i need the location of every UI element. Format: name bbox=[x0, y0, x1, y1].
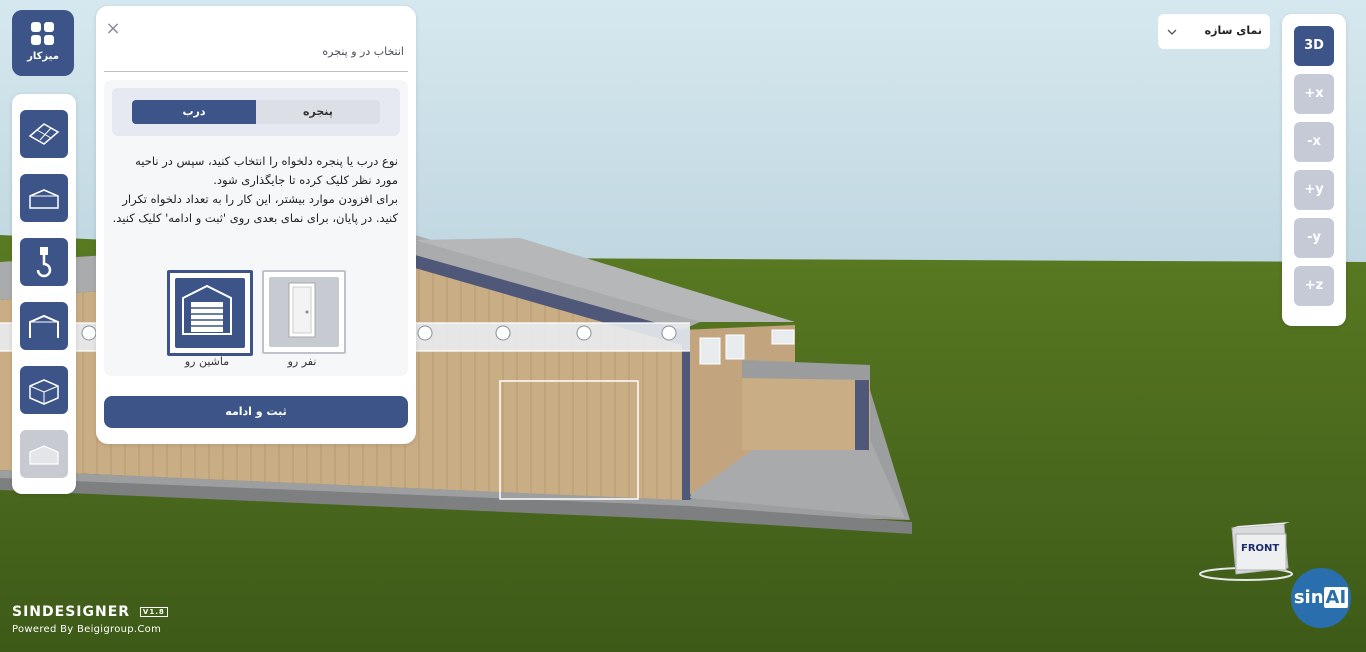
roof-panels-icon bbox=[28, 123, 60, 145]
frame-icon bbox=[29, 314, 59, 338]
annex-tool bbox=[20, 430, 68, 478]
brand: SINDESIGNER V1.8 Powered By Beigigroup.C… bbox=[12, 604, 168, 635]
submit-continue-button[interactable]: ثبت و ادامه bbox=[104, 396, 408, 428]
sinai-assistant-button[interactable]: sin AI bbox=[1291, 568, 1351, 628]
frame-tool[interactable] bbox=[20, 302, 68, 350]
dialog-title: انتخاب در و پنجره bbox=[322, 45, 404, 58]
pedestrian-door-label: نفر رو bbox=[287, 355, 317, 368]
view-select[interactable]: نمای سازه bbox=[1158, 14, 1270, 49]
brand-powered-by: Powered By Beigigroup.Com bbox=[12, 624, 162, 635]
axis-3d-button[interactable]: 3D bbox=[1294, 26, 1334, 66]
door-window-dialog: × انتخاب در و پنجره درب پنجره نوع درب یا… bbox=[96, 6, 416, 444]
shed-icon bbox=[29, 189, 59, 209]
tools-sidebar bbox=[12, 94, 76, 494]
building-tool[interactable] bbox=[20, 366, 68, 414]
workspace-label: میزکار bbox=[27, 51, 59, 62]
annex-icon bbox=[29, 445, 59, 465]
tab-door[interactable]: درب bbox=[132, 100, 256, 124]
axis-minus-x-button[interactable]: -x bbox=[1294, 122, 1334, 162]
axis-plus-z-button[interactable]: +z bbox=[1294, 266, 1334, 306]
tabs-container: درب پنجره bbox=[112, 88, 400, 136]
tab-window[interactable]: پنجره bbox=[256, 100, 380, 124]
crane-hook-icon bbox=[36, 247, 52, 278]
view-select-value: نمای سازه bbox=[1204, 24, 1262, 37]
instructions-text: نوع درب یا پنجره دلخواه را انتخاب کنید، … bbox=[112, 152, 398, 228]
workspace-button[interactable]: میزکار bbox=[12, 10, 74, 76]
brand-logo: SINDESIGNER V1.8 bbox=[12, 604, 168, 620]
brand-version: V1.8 bbox=[139, 607, 168, 617]
shed-tool[interactable] bbox=[20, 174, 68, 222]
sinai-suffix: AI bbox=[1323, 587, 1349, 608]
close-icon[interactable]: × bbox=[104, 20, 122, 38]
brand-logo-text: SINDESIGNER bbox=[12, 604, 131, 620]
vehicle-door-option[interactable] bbox=[167, 270, 253, 356]
axis-minus-y-button[interactable]: -y bbox=[1294, 218, 1334, 258]
grid-icon bbox=[31, 22, 55, 46]
view-cube-label: FRONT bbox=[1241, 543, 1280, 554]
instructions-body: نوع درب یا پنجره دلخواه را انتخاب کنید، … bbox=[112, 154, 398, 225]
building-icon bbox=[29, 379, 59, 405]
dialog-body: درب پنجره نوع درب یا پنجره دلخواه را انت… bbox=[104, 80, 408, 376]
axis-plus-x-button[interactable]: +x bbox=[1294, 74, 1334, 114]
divider bbox=[104, 71, 408, 72]
tab-group: درب پنجره bbox=[132, 100, 380, 124]
view-axis-panel: 3D +x -x +y -y +z bbox=[1282, 14, 1346, 326]
vehicle-door-label: ماشین رو bbox=[184, 355, 230, 368]
crane-hook-tool[interactable] bbox=[20, 238, 68, 286]
chevron-down-icon bbox=[1167, 29, 1177, 35]
roof-panels-tool[interactable] bbox=[20, 110, 68, 158]
garage-door-icon bbox=[175, 278, 245, 348]
axis-plus-y-button[interactable]: +y bbox=[1294, 170, 1334, 210]
view-cube[interactable]: FRONT bbox=[1198, 522, 1294, 582]
sinai-prefix: sin bbox=[1293, 587, 1324, 608]
pedestrian-door-option[interactable] bbox=[262, 270, 346, 354]
door-icon bbox=[269, 277, 339, 347]
